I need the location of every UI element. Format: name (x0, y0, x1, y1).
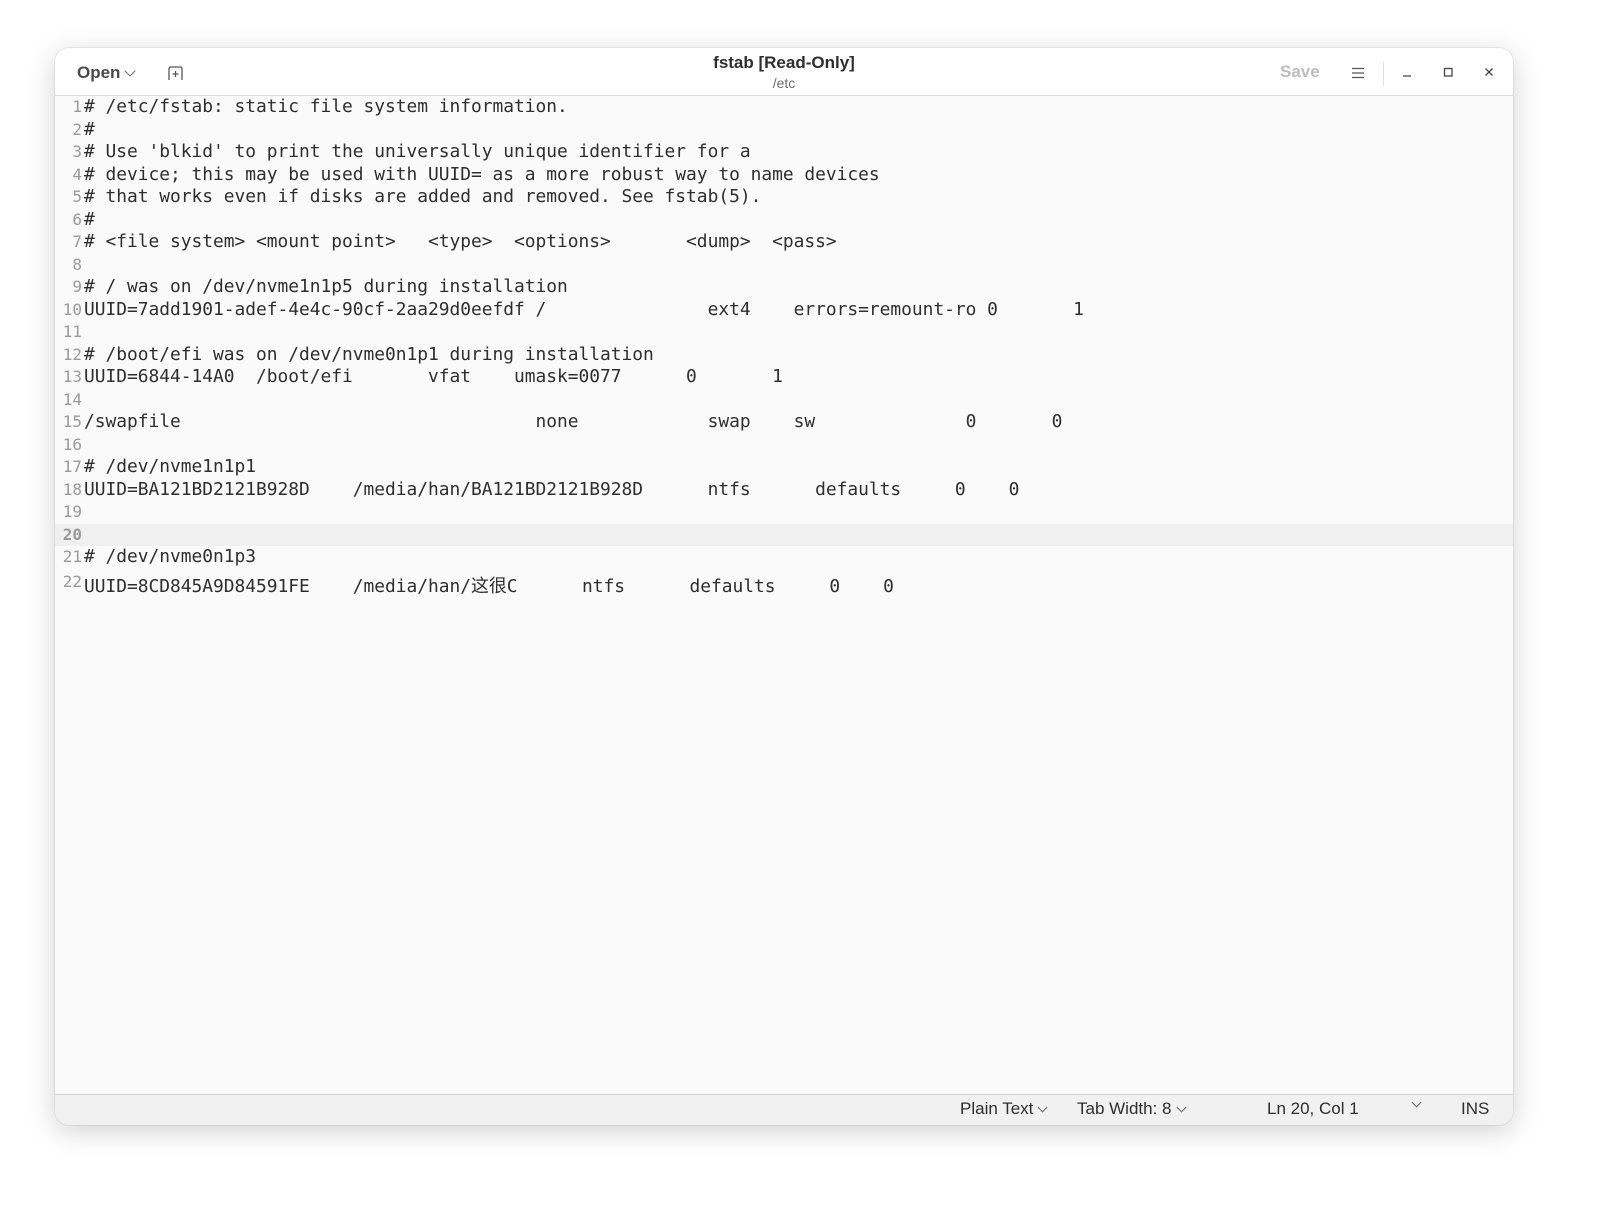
header-separator (1383, 62, 1384, 86)
editor-line[interactable]: 18 UUID=BA121BD2121B928D /media/han/BA121… (55, 479, 1513, 502)
close-icon (1485, 68, 1493, 76)
editor-line[interactable]: 20 (55, 523, 1513, 546)
editor-line[interactable]: 3 # Use 'blkid' to print the universally … (55, 141, 1513, 164)
chevron-down-icon (1176, 1102, 1186, 1112)
text-editor-area[interactable]: 1 # /etc/fstab: static file system inform… (55, 96, 1513, 1095)
line-text: /swapfile none swap sw 0 0 (84, 411, 1063, 432)
line-number: 17 (62, 457, 82, 476)
new-tab-button[interactable] (167, 65, 185, 81)
editor-line[interactable]: 6 # (55, 209, 1513, 232)
status-bar: Plain Text Tab Width: 8 Ln 20, Col 1 INS (55, 1094, 1513, 1125)
editor-line[interactable]: 15/swapfile none swap sw 0 0 (55, 411, 1513, 434)
new-tab-icon (168, 66, 183, 80)
chevron-down-icon (124, 65, 137, 77)
line-text: UUID=7add1901-adef-4e4c-90cf-2aa29d0eefd… (84, 298, 1084, 320)
line-text: # /boot/efi was on /dev/nvme0n1p1 during… (84, 343, 654, 365)
line-text: # Use 'blkid' to print the universally u… (84, 141, 751, 162)
line-text: # that works even if disks are added and… (84, 186, 762, 207)
line-number: 10 (62, 299, 82, 319)
line-text: # /dev/nvme0n1p3 (84, 546, 257, 567)
tab-width-label: Tab Width: 8 (1077, 1099, 1172, 1118)
header-bar: Open fstab [Read-Only] /etc Save (55, 48, 1513, 96)
line-number: 19 (62, 502, 82, 521)
editor-line[interactable]: 4 # device; this may be used with UUID= a… (55, 164, 1513, 187)
line-text: # /etc/fstab: static file system informa… (84, 96, 568, 117)
line-number: 16 (62, 434, 82, 454)
maximize-button[interactable] (1436, 60, 1460, 84)
editor-line[interactable]: 13 UUID=6844-14A0 /boot/efi vfat umask=00… (55, 366, 1513, 389)
tab-width-selector[interactable]: Tab Width: 8 (1077, 1099, 1186, 1119)
text-editor-window: Open fstab [Read-Only] /etc Save 1 # /et… (55, 48, 1513, 1125)
line-text: UUID=6844-14A0 /boot/efi vfat umask=0077… (84, 366, 783, 387)
line-number: 11 (62, 322, 82, 341)
cursor-position-selector[interactable]: Ln 20, Col 1 (1267, 1099, 1359, 1119)
line-text: UUID=8CD845A9D84591FE /media/han/这很C ntf… (84, 576, 894, 597)
language-selector[interactable]: Plain Text (960, 1099, 1048, 1119)
line-number: 2 (72, 119, 82, 139)
line-number: 8 (72, 254, 82, 274)
editor-line[interactable]: 11 (55, 321, 1513, 344)
open-label: Open (77, 63, 121, 82)
line-number: 3 (72, 142, 82, 161)
editor-line[interactable]: 16 (55, 434, 1513, 457)
editor-line[interactable]: 22 UUID=8CD845A9D84591FE /media/han/这很C n… (55, 569, 1513, 599)
position-dropdown-button[interactable] (1411, 1097, 1422, 1108)
line-number: 9 (72, 277, 82, 296)
main-menu-button[interactable] (1351, 65, 1365, 79)
line-number: 18 (62, 479, 82, 499)
line-number: 13 (62, 367, 82, 386)
editor-line[interactable]: 5 # that works even if disks are added an… (55, 186, 1513, 209)
editor-line[interactable]: 7 # <file system> <mount point> <type> <o… (55, 231, 1513, 254)
editor-line[interactable]: 8 (55, 254, 1513, 277)
line-number: 5 (72, 187, 82, 206)
hamburger-menu-icon (1352, 67, 1364, 79)
editor-line[interactable]: 21 # /dev/nvme0n1p3 (55, 546, 1513, 569)
line-number: 22 (62, 571, 82, 591)
line-number: 14 (62, 389, 82, 409)
line-number: 6 (72, 209, 82, 229)
line-text: UUID=BA121BD2121B928D /media/han/BA121BD… (84, 478, 1020, 500)
language-label: Plain Text (960, 1099, 1034, 1118)
save-button[interactable]: Save (1280, 62, 1320, 82)
line-number: 4 (72, 164, 82, 184)
minimize-icon (1403, 75, 1411, 77)
close-button[interactable] (1477, 60, 1501, 84)
chevron-down-icon (1037, 1102, 1048, 1112)
line-number: 7 (72, 232, 82, 251)
editor-line[interactable]: 2 # (55, 119, 1513, 142)
line-text: # /dev/nvme1n1p1 (84, 456, 257, 477)
editor-line[interactable]: 10 UUID=7add1901-adef-4e4c-90cf-2aa29d0ee… (55, 299, 1513, 322)
line-number: 1 (72, 97, 82, 116)
chevron-down-icon (1411, 1097, 1422, 1108)
line-number: 15 (62, 412, 82, 431)
line-text: # (84, 118, 95, 140)
line-number: 12 (62, 344, 82, 364)
line-text: # <file system> <mount point> <type> <op… (84, 231, 837, 252)
cursor-position-label: Ln 20, Col 1 (1267, 1099, 1359, 1118)
editor-line[interactable]: 17 # /dev/nvme1n1p1 (55, 456, 1513, 479)
editor-line[interactable]: 1 # /etc/fstab: static file system inform… (55, 96, 1513, 119)
editor-line[interactable]: 19 (55, 501, 1513, 524)
open-button[interactable]: Open (77, 62, 137, 84)
minimize-button[interactable] (1395, 60, 1419, 84)
maximize-icon (1443, 67, 1453, 77)
line-number: 21 (62, 547, 82, 566)
line-text: # / was on /dev/nvme1n1p5 during install… (84, 276, 568, 297)
editor-line[interactable]: 9 # / was on /dev/nvme1n1p5 during instal… (55, 276, 1513, 299)
line-text: # (84, 208, 95, 230)
editor-line[interactable]: 12 # /boot/efi was on /dev/nvme0n1p1 duri… (55, 344, 1513, 367)
line-number: 20 (62, 524, 82, 544)
editor-line[interactable]: 14 (55, 389, 1513, 412)
line-text: # device; this may be used with UUID= as… (84, 163, 880, 185)
insert-mode-indicator[interactable]: INS (1461, 1099, 1489, 1119)
insert-mode-label: INS (1461, 1099, 1490, 1118)
